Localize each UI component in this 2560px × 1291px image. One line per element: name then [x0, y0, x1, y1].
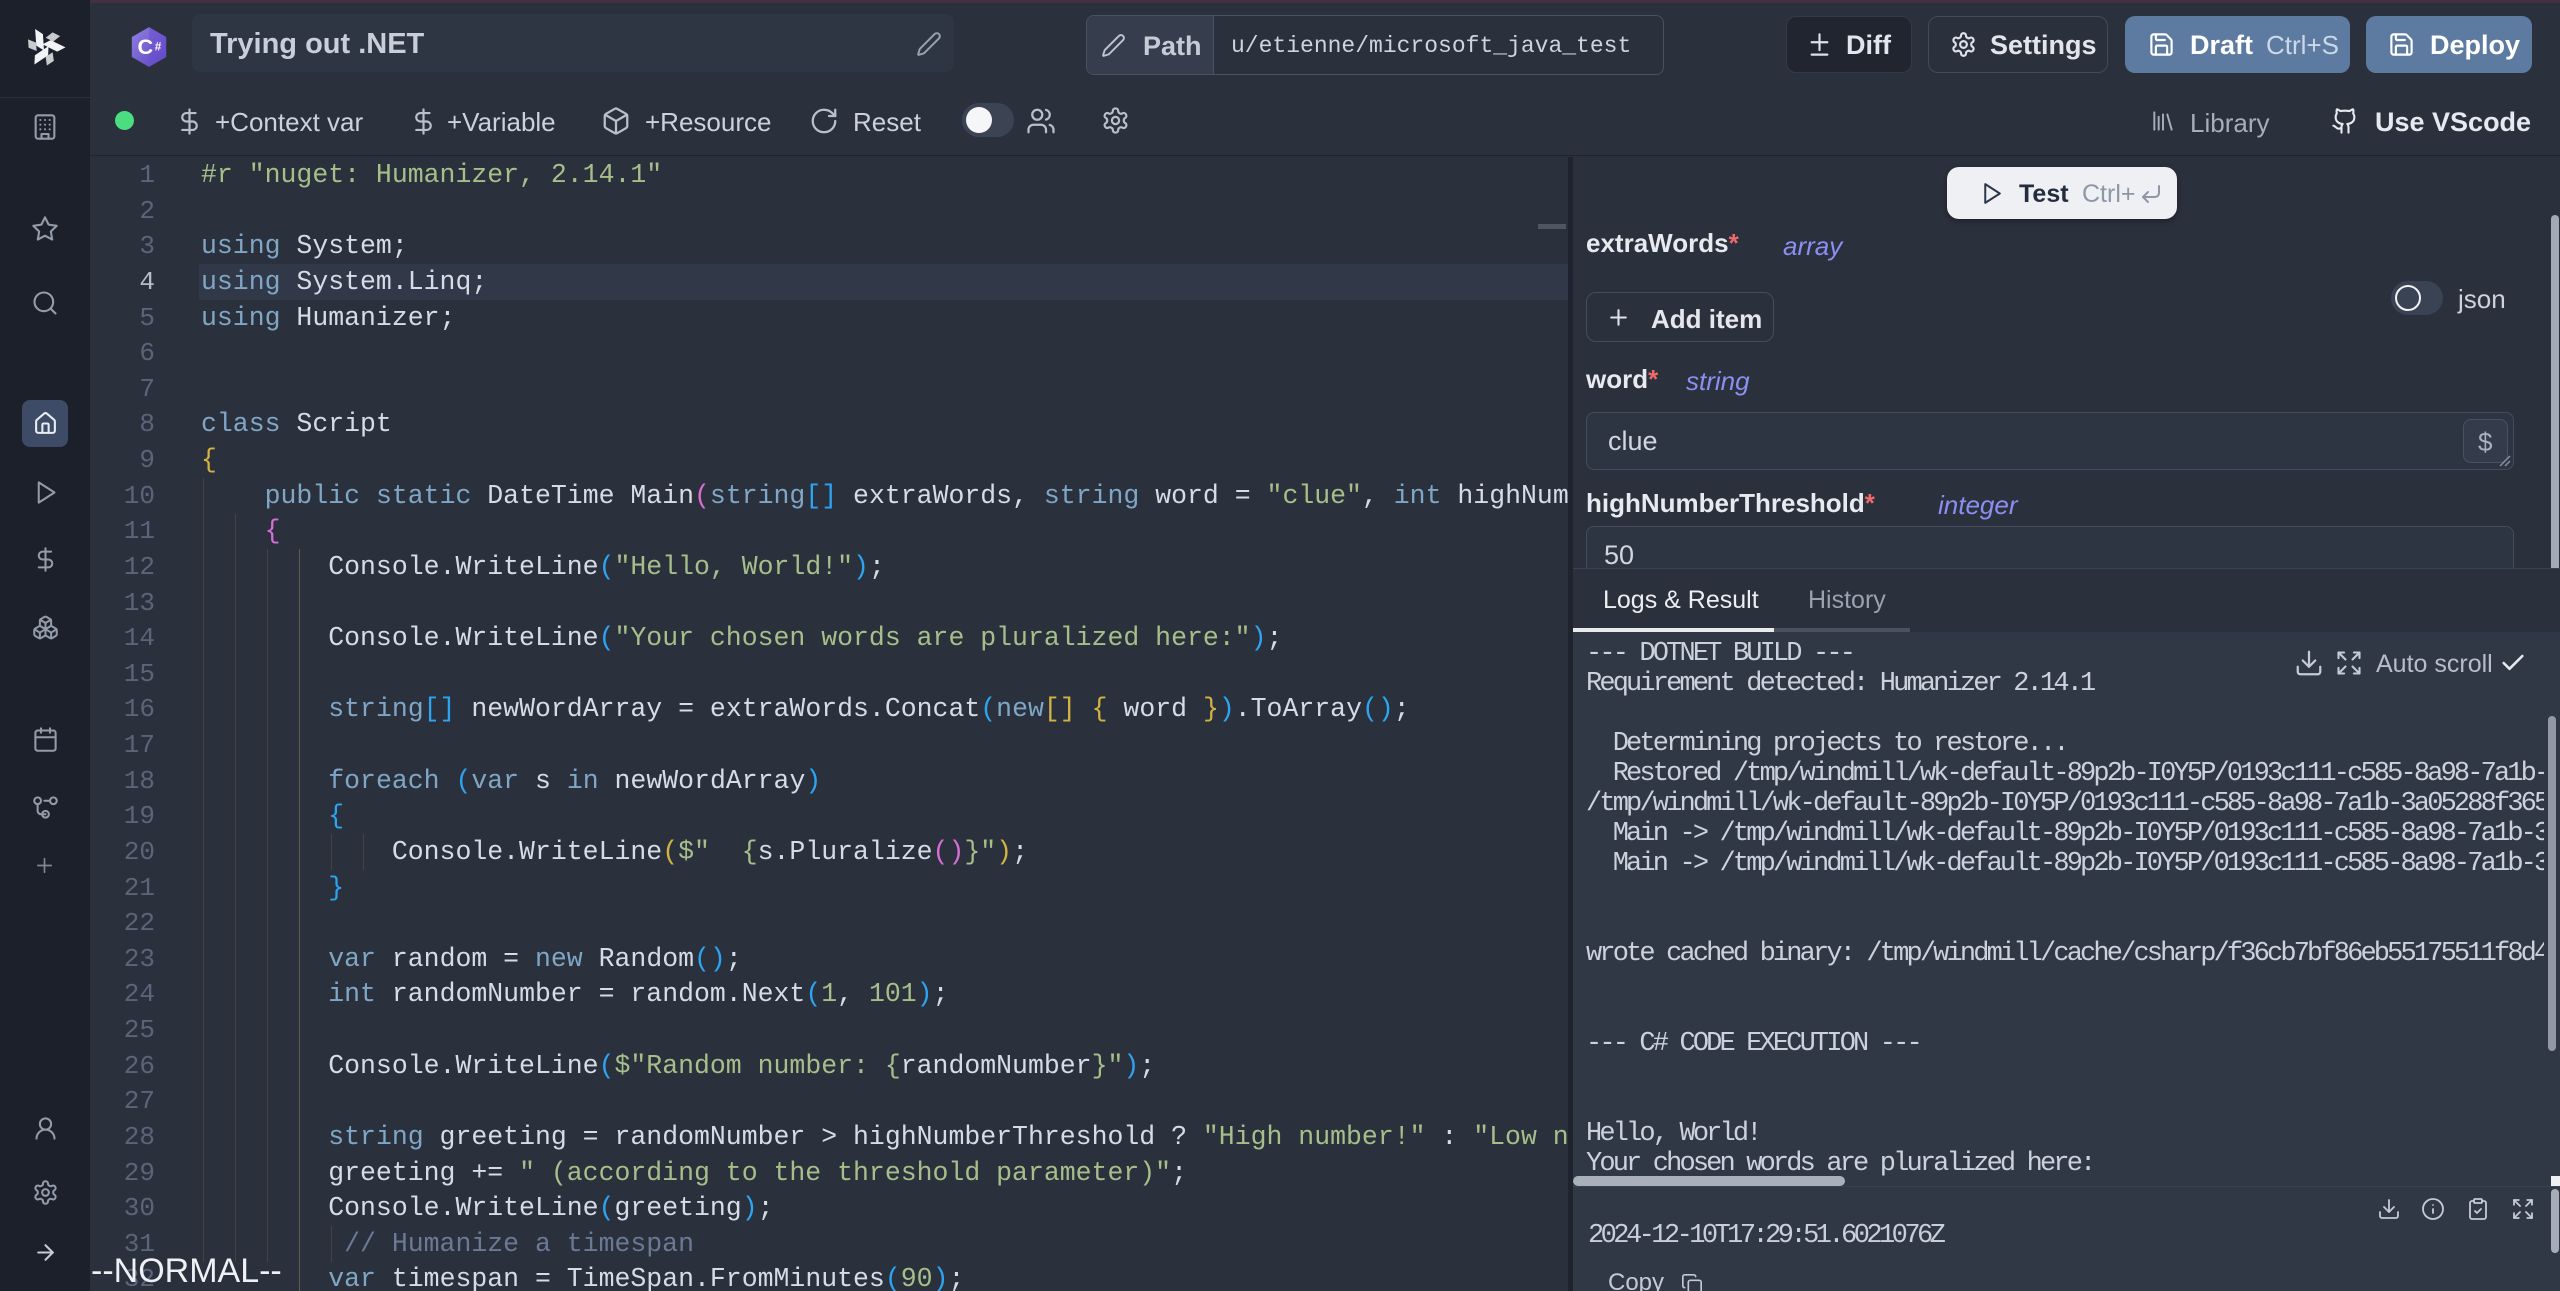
- svg-text:#: #: [155, 41, 162, 54]
- svg-text:C: C: [138, 34, 154, 59]
